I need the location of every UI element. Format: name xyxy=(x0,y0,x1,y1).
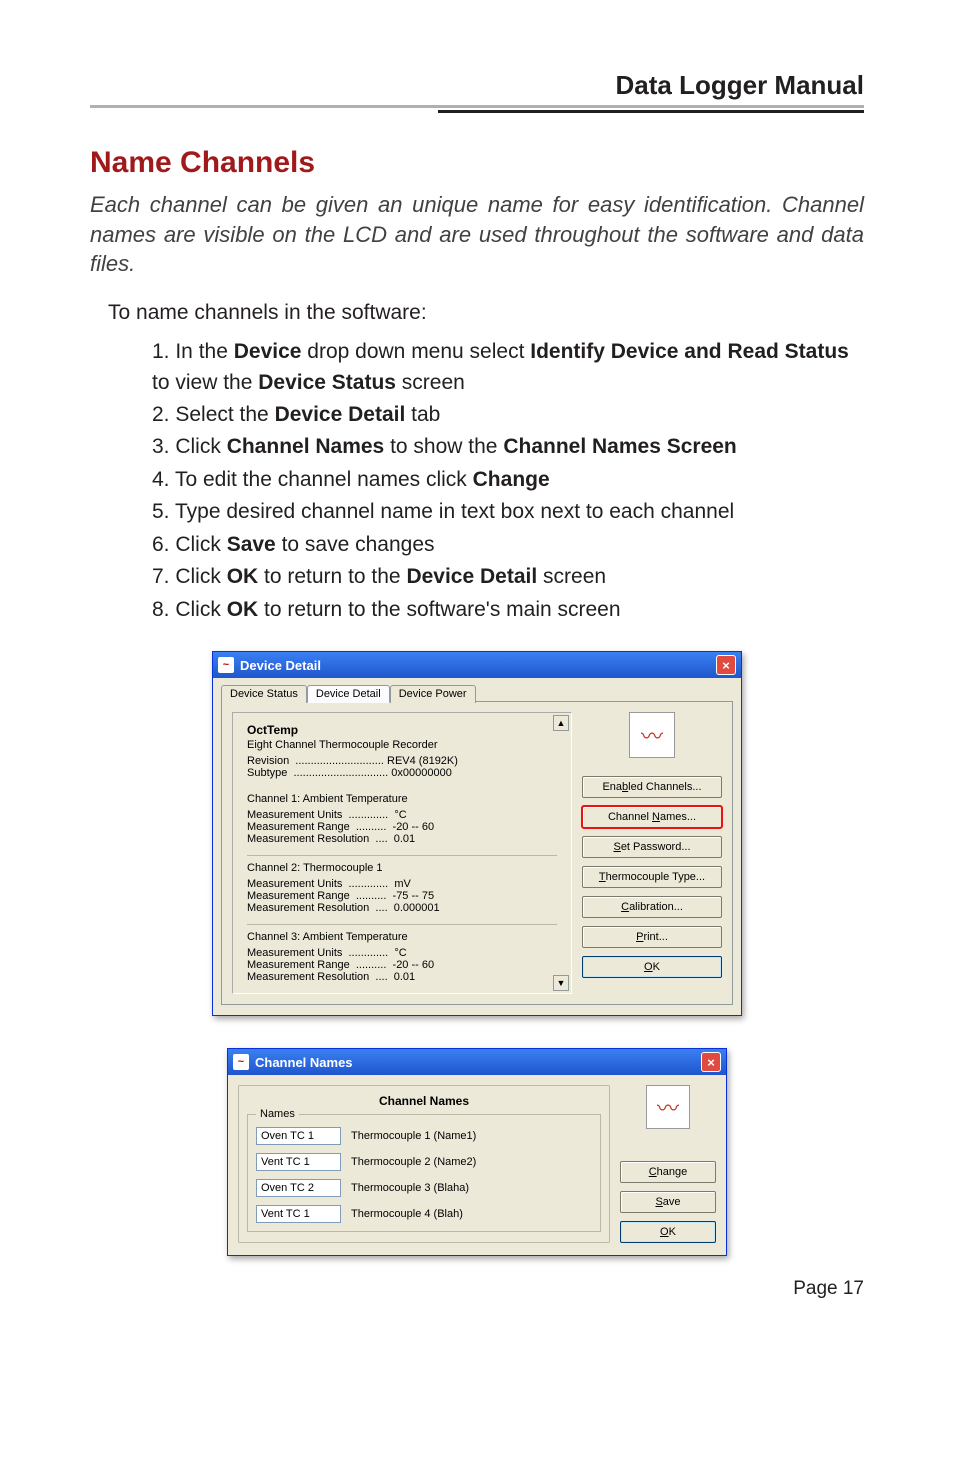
close-icon[interactable]: × xyxy=(716,655,736,675)
names-panel: Channel Names Names Thermocouple 1 (Name… xyxy=(238,1085,610,1243)
change-button[interactable]: Change xyxy=(620,1161,716,1183)
scroll-up-icon[interactable]: ▲ xyxy=(553,715,569,731)
window-title: Channel Names xyxy=(255,1055,353,1070)
window-title: Device Detail xyxy=(240,658,321,673)
channel-3-res: Measurement Resolution .... 0.01 xyxy=(247,971,557,983)
ok-button[interactable]: OK xyxy=(620,1221,716,1243)
page-header: Data Logger Manual xyxy=(90,70,864,108)
name-input-4[interactable] xyxy=(256,1205,341,1223)
set-password-button[interactable]: Set Password... xyxy=(582,836,722,858)
device-desc: Eight Channel Thermocouple Recorder xyxy=(247,739,557,751)
step-4: 4. To edit the channel names click Chang… xyxy=(152,465,864,495)
channel-2-res: Measurement Resolution .... 0.000001 xyxy=(247,902,557,914)
step-1: 1. In the Device drop down menu select I… xyxy=(152,337,864,398)
name-label-2: Thermocouple 2 (Name2) xyxy=(351,1156,476,1168)
channel-1-res: Measurement Resolution .... 0.01 xyxy=(247,833,557,845)
step-5: 5. Type desired channel name in text box… xyxy=(152,497,864,527)
detail-text-pane: ▲ OctTemp Eight Channel Thermocouple Rec… xyxy=(232,712,572,994)
thermocouple-type-button[interactable]: Thermocouple Type... xyxy=(582,866,722,888)
channel-3-title: Channel 3: Ambient Temperature xyxy=(247,924,557,943)
tabs: Device Status Device Detail Device Power xyxy=(221,684,733,702)
channel-2-range: Measurement Range .......... -75 -- 75 xyxy=(247,890,557,902)
ok-button[interactable]: OK xyxy=(582,956,722,978)
channel-names-button[interactable]: Channel Names... xyxy=(582,806,722,828)
name-row-4: Thermocouple 4 (Blah) xyxy=(256,1205,592,1223)
logo-icon: 〰 xyxy=(629,712,675,758)
enabled-channels-button[interactable]: Enabled Channels... xyxy=(582,776,722,798)
names-fieldset: Names Thermocouple 1 (Name1) Thermocoupl… xyxy=(247,1114,601,1232)
panel-heading: Channel Names xyxy=(247,1094,601,1108)
name-input-2[interactable] xyxy=(256,1153,341,1171)
step-2: 2. Select the Device Detail tab xyxy=(152,400,864,430)
device-subtype: Subtype ............................... … xyxy=(247,767,557,779)
page-number: Page 17 xyxy=(90,1278,864,1300)
scroll-down-icon[interactable]: ▼ xyxy=(553,975,569,991)
tab-device-detail[interactable]: Device Detail xyxy=(307,685,390,703)
app-icon: ~ xyxy=(218,657,234,673)
tab-device-status[interactable]: Device Status xyxy=(221,685,307,703)
channel-3-units: Measurement Units ............. °C xyxy=(247,947,557,959)
titlebar[interactable]: ~ Device Detail × xyxy=(213,652,741,678)
name-label-3: Thermocouple 3 (Blaha) xyxy=(351,1182,469,1194)
channel-1-range: Measurement Range .......... -20 -- 60 xyxy=(247,821,557,833)
name-label-4: Thermocouple 4 (Blah) xyxy=(351,1208,463,1220)
calibration-button[interactable]: Calibration... xyxy=(582,896,722,918)
channel-1-title: Channel 1: Ambient Temperature xyxy=(247,793,557,805)
name-row-2: Thermocouple 2 (Name2) xyxy=(256,1153,592,1171)
name-label-1: Thermocouple 1 (Name1) xyxy=(351,1130,476,1142)
channel-2-title: Channel 2: Thermocouple 1 xyxy=(247,855,557,874)
device-detail-window: ~ Device Detail × Device Status Device De… xyxy=(212,651,742,1016)
fieldset-legend: Names xyxy=(256,1108,299,1120)
tab-device-power[interactable]: Device Power xyxy=(390,685,476,703)
step-7: 7. Click OK to return to the Device Deta… xyxy=(152,562,864,592)
channel-names-window: ~ Channel Names × Channel Names Names The… xyxy=(227,1048,727,1256)
close-icon[interactable]: × xyxy=(701,1052,721,1072)
button-column: 〰 Enabled Channels... Channel Names... S… xyxy=(582,712,722,994)
name-row-1: Thermocouple 1 (Name1) xyxy=(256,1127,592,1145)
channel-1-units: Measurement Units ............. °C xyxy=(247,809,557,821)
name-input-1[interactable] xyxy=(256,1127,341,1145)
button-column: 〰 Change Save OK xyxy=(620,1085,716,1243)
save-button[interactable]: Save xyxy=(620,1191,716,1213)
section-title: Name Channels xyxy=(90,146,864,180)
titlebar[interactable]: ~ Channel Names × xyxy=(228,1049,726,1075)
channel-3-range: Measurement Range .......... -20 -- 60 xyxy=(247,959,557,971)
step-8: 8. Click OK to return to the software's … xyxy=(152,595,864,625)
steps-list: 1. In the Device drop down menu select I… xyxy=(90,337,864,625)
intro-paragraph: Each channel can be given an unique name… xyxy=(90,190,864,279)
logo-icon: 〰 xyxy=(646,1085,690,1129)
print-button[interactable]: Print... xyxy=(582,926,722,948)
name-row-3: Thermocouple 3 (Blaha) xyxy=(256,1179,592,1197)
lead-line: To name channels in the software: xyxy=(108,301,864,325)
channel-2-units: Measurement Units ............. mV xyxy=(247,878,557,890)
step-6: 6. Click Save to save changes xyxy=(152,530,864,560)
name-input-3[interactable] xyxy=(256,1179,341,1197)
device-revision: Revision ............................. R… xyxy=(247,755,557,767)
app-icon: ~ xyxy=(233,1054,249,1070)
step-3: 3. Click Channel Names to show the Chann… xyxy=(152,432,864,462)
device-name: OctTemp xyxy=(247,723,557,737)
